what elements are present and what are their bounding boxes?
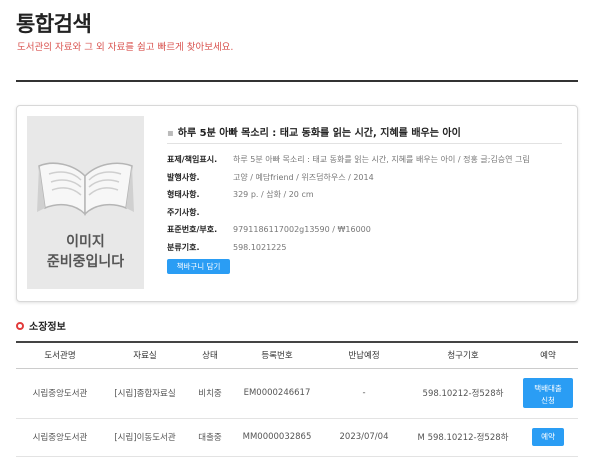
book-detail-panel: 이미지 준비중입니다 ▪ 하루 5분 아빠 목소리 : 태교 동화를 읽는 시간,… (16, 105, 578, 302)
field-row-publication: 발행사항. 고양 / 예담friend / 위즈덤하우스 / 2014 (167, 172, 374, 182)
table-row: 시립중앙도서관 [시립]종합자료실 비치중 EM0000246617 - 598… (16, 368, 578, 419)
column-header-reg-no: 등록번호 (261, 351, 293, 362)
cell-status: 비치중 (186, 368, 234, 419)
column-header-status: 상태 (202, 351, 218, 362)
book-cover-placeholder: 이미지 준비중입니다 (27, 116, 144, 289)
bullet-icon: ▪ (167, 128, 174, 139)
cell-action: 택배대출 신청 (518, 368, 578, 419)
cell-status: 대출중 (186, 418, 234, 457)
book-title: ▪ 하루 5분 아빠 목소리 : 태교 동화를 읽는 시간, 지혜를 배우는 아이 (167, 128, 461, 139)
add-to-cart-button[interactable]: 책바구니 담기 (167, 259, 230, 274)
field-row-physical: 형태사항. 329 p. / 삽화 / 20 cm (167, 190, 314, 200)
cell-action: 예약 (518, 418, 578, 457)
cell-room: [시립]종합자료실 (104, 368, 186, 419)
page-title: 통합검색 (16, 12, 92, 36)
book-fields: 표제/책임표시. 하루 5분 아빠 목소리 : 태교 동화를 읽는 시간, 지혜… (167, 151, 530, 256)
column-header-library: 도서관명 (44, 351, 76, 362)
field-row-classification: 분류기호. 598.1021225 (167, 242, 287, 252)
parcel-loan-request-button[interactable]: 택배대출 신청 (523, 378, 573, 408)
cover-placeholder-text: 이미지 준비중입니다 (46, 234, 125, 270)
book-title-divider (167, 143, 562, 144)
reserve-button[interactable]: 예약 (532, 428, 564, 446)
field-row-notes: 주기사항. (167, 207, 200, 217)
column-header-call-no: 청구기호 (447, 351, 479, 362)
page-subtitle: 도서관의 자료와 그 외 자료를 쉽고 빠르게 찾아보세요. (17, 42, 234, 53)
cell-reg-no: MM0000032865 (234, 418, 320, 457)
field-row-title-responsibility: 표제/책임표시. 하루 5분 아빠 목소리 : 태교 동화를 읽는 시간, 지혜… (167, 155, 530, 165)
table-row: 시립중앙도서관 [시립]이동도서관 대출중 MM0000032865 2023/… (16, 418, 578, 457)
holdings-table: 도서관명 자료실 상태 등록번호 반납예정 청구기호 예약 시립중앙도서관 [시… (16, 341, 578, 457)
column-header-reserve: 예약 (540, 351, 556, 362)
cell-due: 2023/07/04 (320, 418, 408, 457)
ring-bullet-icon (16, 321, 24, 330)
column-header-due: 반납예정 (348, 351, 380, 362)
field-row-standard-number: 표준번호/부호. 9791186117002g13590 / ₩16000 (167, 225, 371, 235)
holdings-section-heading: 소장정보 (16, 318, 66, 333)
cell-call-no: 598.10212-정528하 (408, 368, 518, 419)
cell-room: [시립]이동도서관 (104, 418, 186, 457)
cell-library: 시립중앙도서관 (16, 368, 104, 419)
title-divider (16, 80, 578, 82)
table-header-row: 도서관명 자료실 상태 등록번호 반납예정 청구기호 예약 (16, 342, 578, 368)
column-header-room: 자료실 (133, 351, 157, 362)
cell-library: 시립중앙도서관 (16, 418, 104, 457)
open-book-icon (37, 162, 134, 216)
cell-reg-no: EM0000246617 (234, 368, 320, 419)
cell-call-no: M 598.10212-정528하 (408, 418, 518, 457)
cell-due: - (320, 368, 408, 419)
